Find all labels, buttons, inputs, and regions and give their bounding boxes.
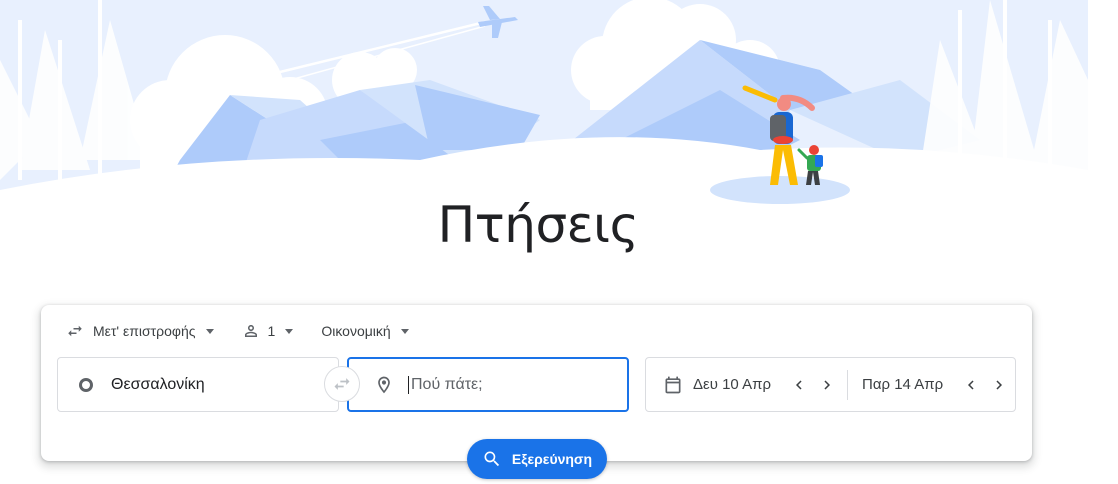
flight-search-card: Μετ' επιστροφής 1 Οικονομική Θεσσαλονίκη [41,305,1032,479]
location-pin-icon [374,375,394,395]
origin-value: Θεσσαλονίκη [111,375,205,393]
cabin-class-dropdown[interactable]: Οικονομική [321,323,409,339]
circle-icon [79,377,93,392]
swap-icon [332,374,352,394]
cabin-class-label: Οικονομική [321,323,391,339]
destination-field[interactable] [347,357,629,412]
destination-input[interactable] [408,375,608,394]
depart-date[interactable]: Δευ 10 Απρ [693,376,771,393]
search-options-row: Μετ' επιστροφής 1 Οικονομική [66,321,409,341]
dates-field: Δευ 10 Απρ Παρ 14 Απρ [645,357,1016,412]
chevron-left-icon [796,380,802,389]
depart-next-button[interactable] [813,371,841,399]
return-next-button[interactable] [985,371,1013,399]
swap-horiz-icon [66,322,84,340]
person-icon [242,322,260,340]
chevron-left-icon [968,380,974,389]
chevron-right-icon [824,380,830,389]
passengers-count: 1 [267,323,276,339]
return-date[interactable]: Παρ 14 Απρ [862,376,943,393]
chevron-right-icon [996,380,1003,389]
trip-type-label: Μετ' επιστροφής [93,323,196,339]
passengers-dropdown[interactable]: 1 [242,322,294,340]
origin-field[interactable]: Θεσσαλονίκη [57,357,339,412]
return-prev-button[interactable] [957,371,985,399]
search-icon [482,449,502,469]
chevron-down-icon [285,328,294,334]
chevron-down-icon [205,328,214,334]
trip-type-dropdown[interactable]: Μετ' επιστροφής [66,322,214,340]
explore-label: Εξερεύνηση [511,451,593,467]
depart-prev-button[interactable] [785,371,813,399]
date-divider [847,369,848,400]
swap-button[interactable] [324,366,360,402]
page-title: Πτήσεις [437,196,639,254]
explore-button[interactable]: Εξερεύνηση [467,439,607,479]
chevron-down-icon [400,328,409,334]
calendar-icon [663,375,683,395]
hero-illustration [0,0,1088,215]
